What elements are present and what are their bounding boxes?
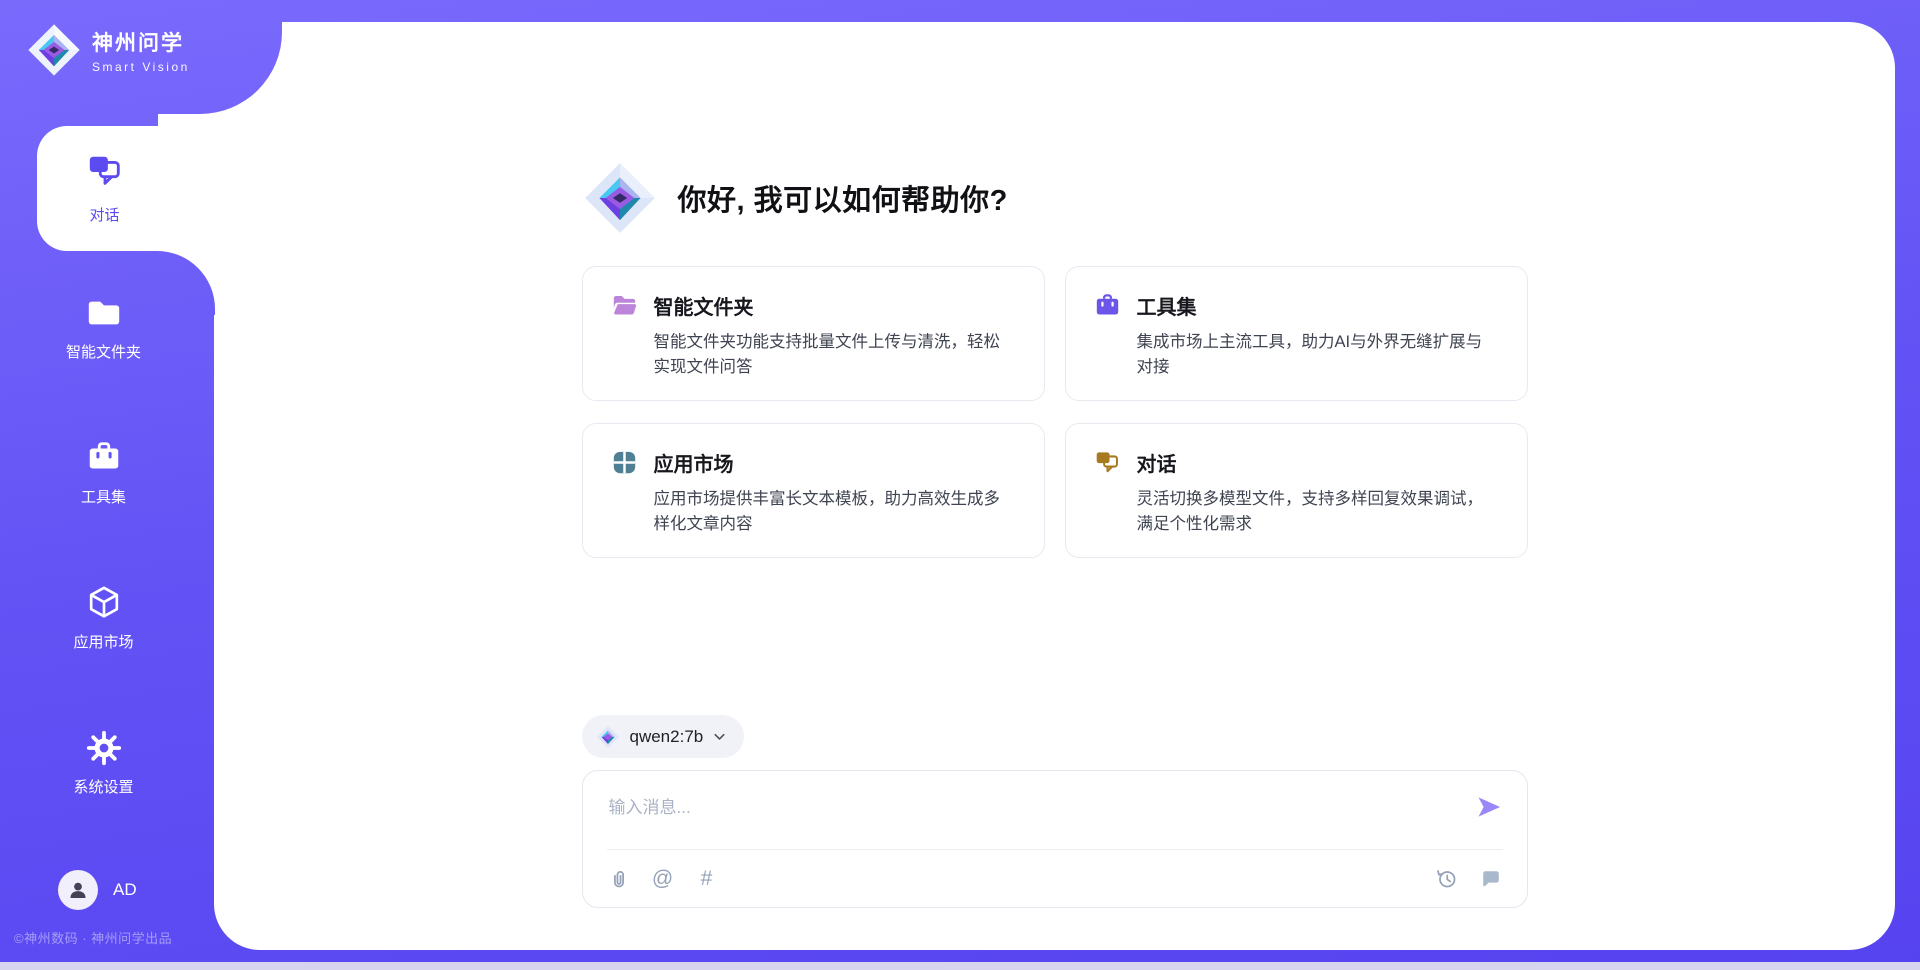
- paperclip-icon: [608, 868, 630, 890]
- main-panel: 你好, 我可以如何帮助你? 智能文件夹 智能文件夹功能支持批量文件上传与清洗，轻…: [214, 22, 1895, 950]
- grid-icon: [611, 449, 638, 476]
- sidebar-item-label: 应用市场: [73, 631, 133, 652]
- sidebar-item-label: 对话: [89, 204, 119, 225]
- sidebar-item-toolset[interactable]: 工具集: [0, 439, 207, 507]
- diamond-logo-icon: [26, 22, 82, 78]
- model-name: qwen2:7b: [630, 727, 704, 747]
- greeting-title: 你好, 我可以如何帮助你?: [678, 177, 1008, 219]
- composer-toolbar: @ #: [583, 850, 1527, 907]
- sidebar-item-chat[interactable]: 对话: [37, 126, 214, 251]
- sidebar-item-app-market[interactable]: 应用市场: [0, 584, 207, 652]
- cube-icon: [85, 584, 123, 622]
- chat-bubble-icon: [1480, 868, 1502, 890]
- at-icon: @: [652, 867, 673, 891]
- app-subtitle: Smart Vision: [92, 60, 190, 74]
- attach-button[interactable]: [607, 867, 631, 891]
- main-content: 你好, 我可以如何帮助你? 智能文件夹 智能文件夹功能支持批量文件上传与清洗，轻…: [582, 22, 1528, 950]
- card-smart-folder[interactable]: 智能文件夹 智能文件夹功能支持批量文件上传与清洗，轻松实现文件问答: [582, 266, 1045, 401]
- hash-icon: #: [701, 867, 713, 891]
- feature-cards: 智能文件夹 智能文件夹功能支持批量文件上传与清洗，轻松实现文件问答: [582, 266, 1528, 558]
- diamond-logo-icon: [596, 725, 620, 749]
- new-chat-button[interactable]: [1479, 867, 1503, 891]
- card-title: 工具集: [1137, 291, 1197, 320]
- card-title: 智能文件夹: [654, 291, 754, 320]
- send-icon: [1475, 793, 1503, 821]
- card-title: 应用市场: [654, 448, 734, 477]
- chat-icon: [86, 152, 124, 195]
- topic-button[interactable]: #: [695, 867, 719, 891]
- toolbox-icon: [85, 439, 123, 477]
- diamond-logo-icon: [582, 160, 658, 236]
- horizontal-scrollbar[interactable]: [0, 962, 1920, 970]
- sidebar-item-label: 工具集: [81, 486, 126, 507]
- mention-button[interactable]: @: [651, 867, 675, 891]
- card-app-market[interactable]: 应用市场 应用市场提供丰富长文本模板，助力高效生成多样化文章内容: [582, 423, 1045, 558]
- card-description: 灵活切换多模型文件，支持多样回复效果调试，满足个性化需求: [1137, 487, 1499, 537]
- card-title: 对话: [1137, 448, 1177, 477]
- sidebar-item-settings[interactable]: 系统设置: [0, 729, 207, 797]
- chevron-down-icon: [711, 728, 728, 745]
- person-icon: [66, 878, 90, 902]
- card-chat[interactable]: 对话 灵活切换多模型文件，支持多样回复效果调试，满足个性化需求: [1065, 423, 1528, 558]
- card-description: 智能文件夹功能支持批量文件上传与清洗，轻松实现文件问答: [654, 330, 1016, 380]
- message-composer: @ #: [582, 770, 1528, 908]
- briefcase-icon: [1094, 292, 1121, 319]
- message-input[interactable]: [583, 771, 1527, 847]
- app-root: 你好, 我可以如何帮助你? 智能文件夹 智能文件夹功能支持批量文件上传与清洗，轻…: [0, 0, 1920, 970]
- card-toolset[interactable]: 工具集 集成市场上主流工具，助力AI与外界无缝扩展与对接: [1065, 266, 1528, 401]
- greeting-block: 你好, 我可以如何帮助你?: [582, 160, 1528, 236]
- sidebar-item-label: 系统设置: [73, 776, 133, 797]
- app-logo: 神州问学 Smart Vision: [26, 22, 190, 78]
- card-description: 集成市场上主流工具，助力AI与外界无缝扩展与对接: [1137, 330, 1499, 380]
- folder-icon: [85, 294, 123, 332]
- folder-open-icon: [611, 292, 638, 319]
- history-icon: [1435, 867, 1458, 890]
- model-selector[interactable]: qwen2:7b: [582, 715, 745, 758]
- app-name: 神州问学: [92, 27, 190, 57]
- sidebar-item-label: 智能文件夹: [66, 341, 141, 362]
- gear-icon: [85, 729, 123, 767]
- sidebar-item-smart-folder[interactable]: 智能文件夹: [0, 294, 207, 362]
- history-button[interactable]: [1435, 867, 1459, 891]
- avatar: [58, 870, 98, 910]
- chat-icon: [1094, 449, 1121, 476]
- card-description: 应用市场提供丰富长文本模板，助力高效生成多样化文章内容: [654, 487, 1016, 537]
- copyright-text: ©神州数码 · 神州问学出品: [14, 928, 172, 947]
- user-account[interactable]: AD: [58, 870, 137, 910]
- user-initials: AD: [113, 880, 137, 900]
- send-button[interactable]: [1475, 793, 1503, 821]
